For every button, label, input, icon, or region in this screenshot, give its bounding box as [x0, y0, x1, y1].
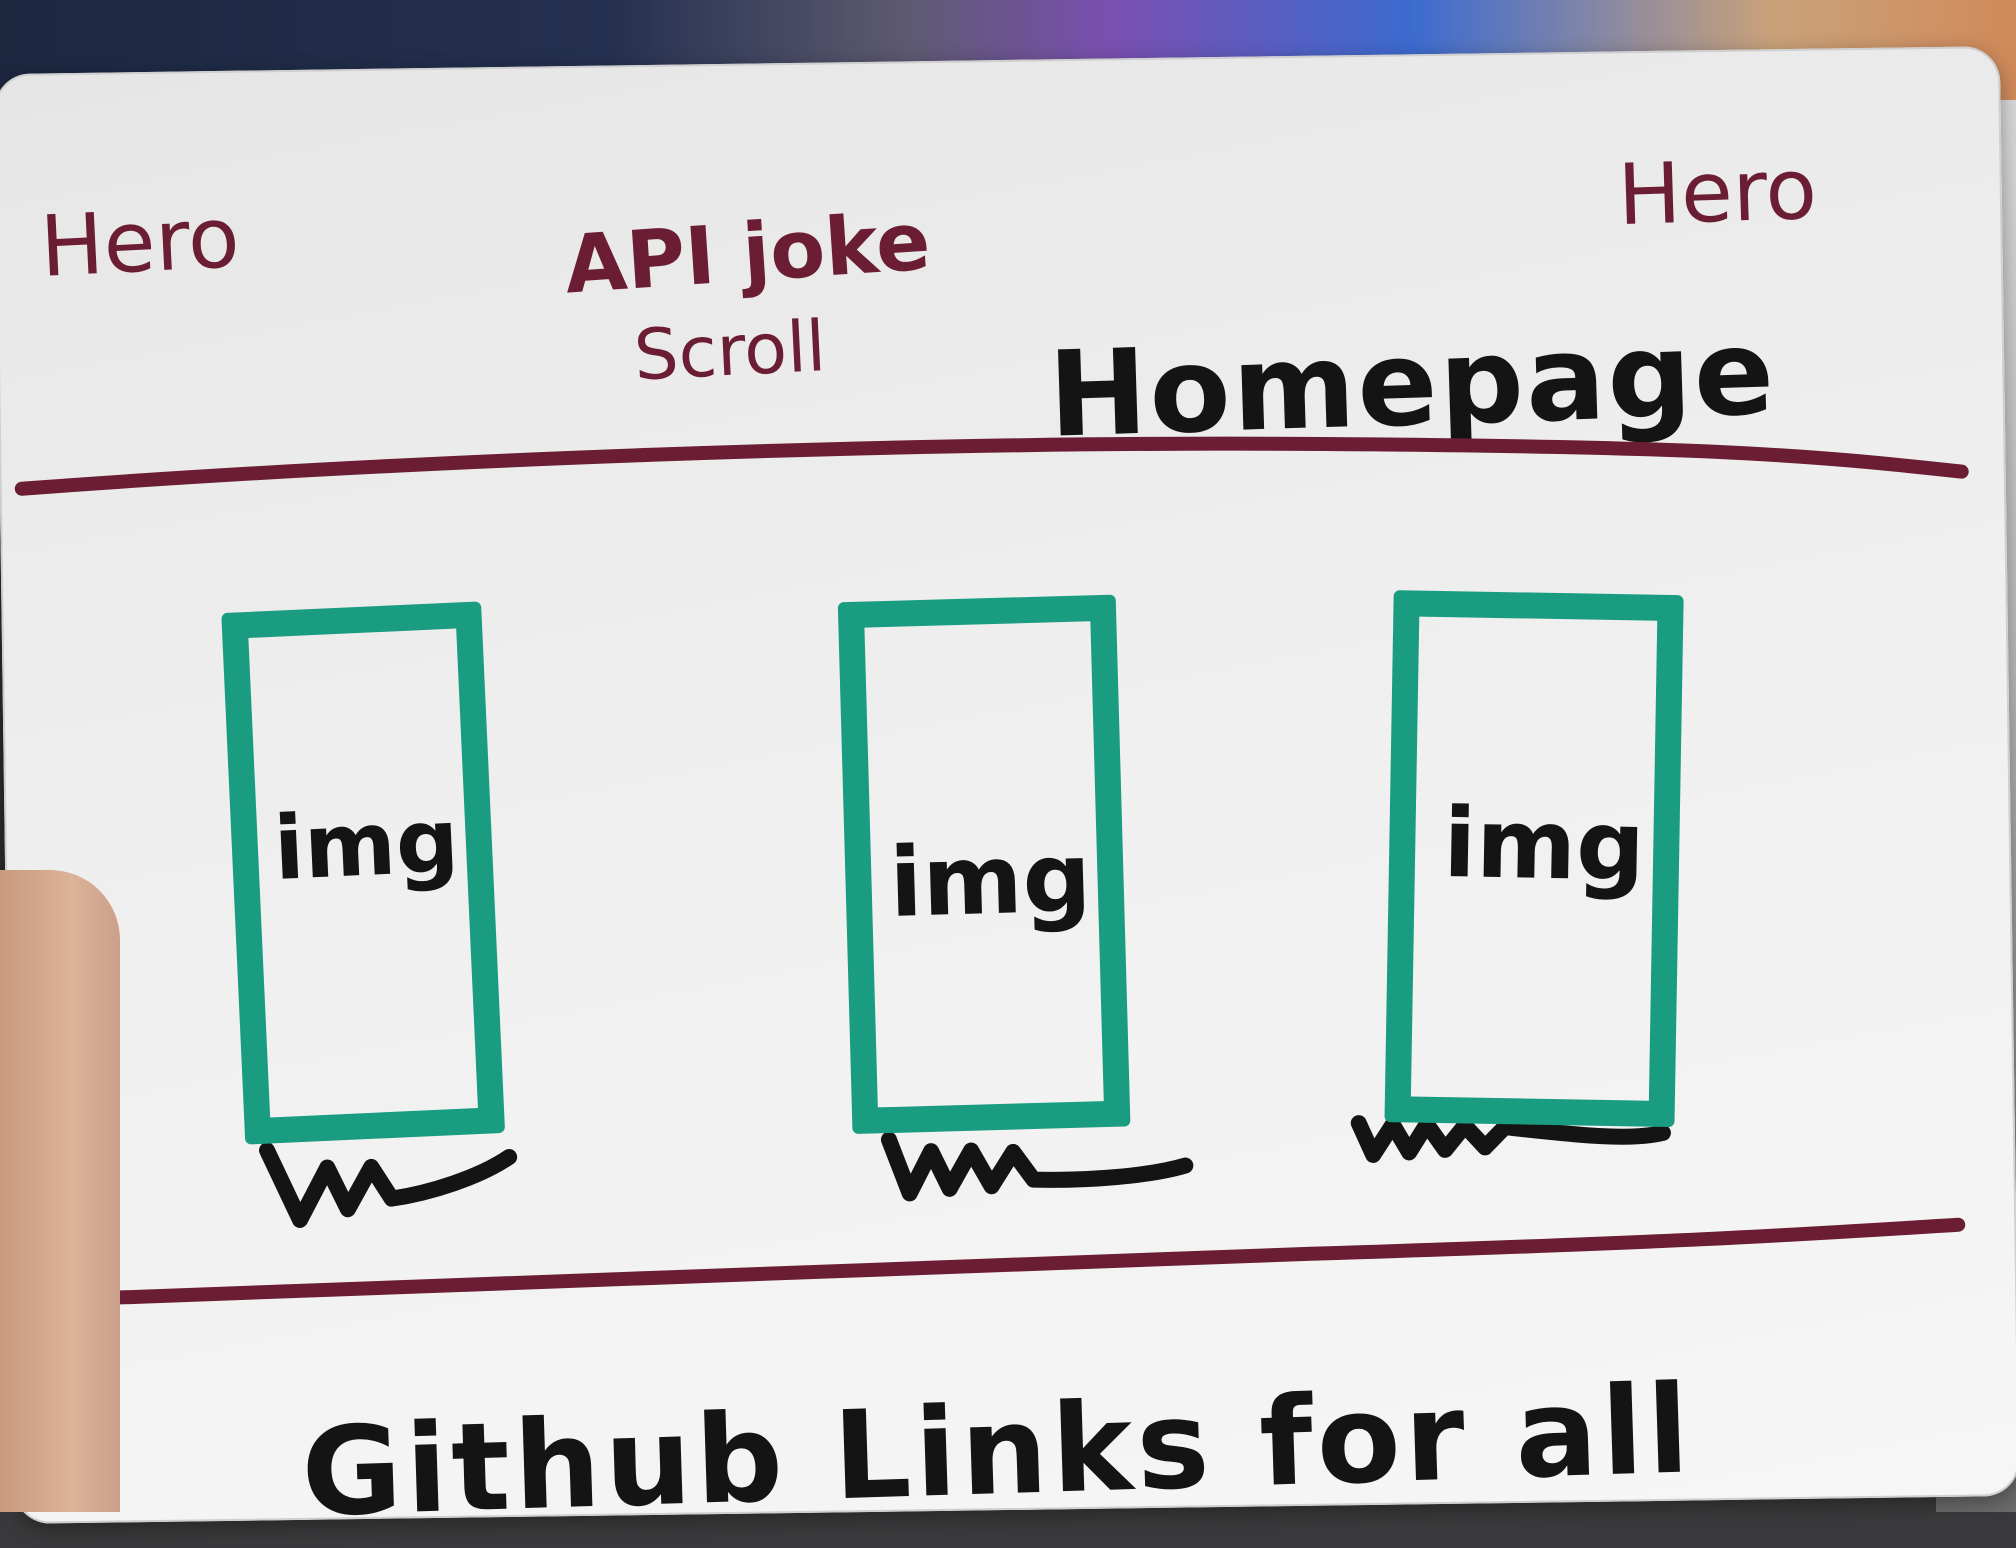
- image-placeholder-2: img: [837, 594, 1131, 1135]
- image-placeholder-label: img: [1442, 787, 1646, 903]
- image-placeholder-1: img: [221, 601, 506, 1145]
- whiteboard: Hero Hero API joke Scroll Homepage img i…: [0, 46, 2016, 1544]
- image-placeholder-3: img: [1384, 590, 1684, 1128]
- caption-squiggle-2: [880, 1131, 1194, 1202]
- top-divider: [14, 436, 1969, 496]
- hand: [0, 870, 120, 1512]
- bottom-divider: [114, 1217, 1966, 1305]
- caption-squiggle-1: [259, 1142, 518, 1228]
- image-placeholder-label: img: [888, 821, 1093, 939]
- image-placeholder-label: img: [271, 788, 461, 900]
